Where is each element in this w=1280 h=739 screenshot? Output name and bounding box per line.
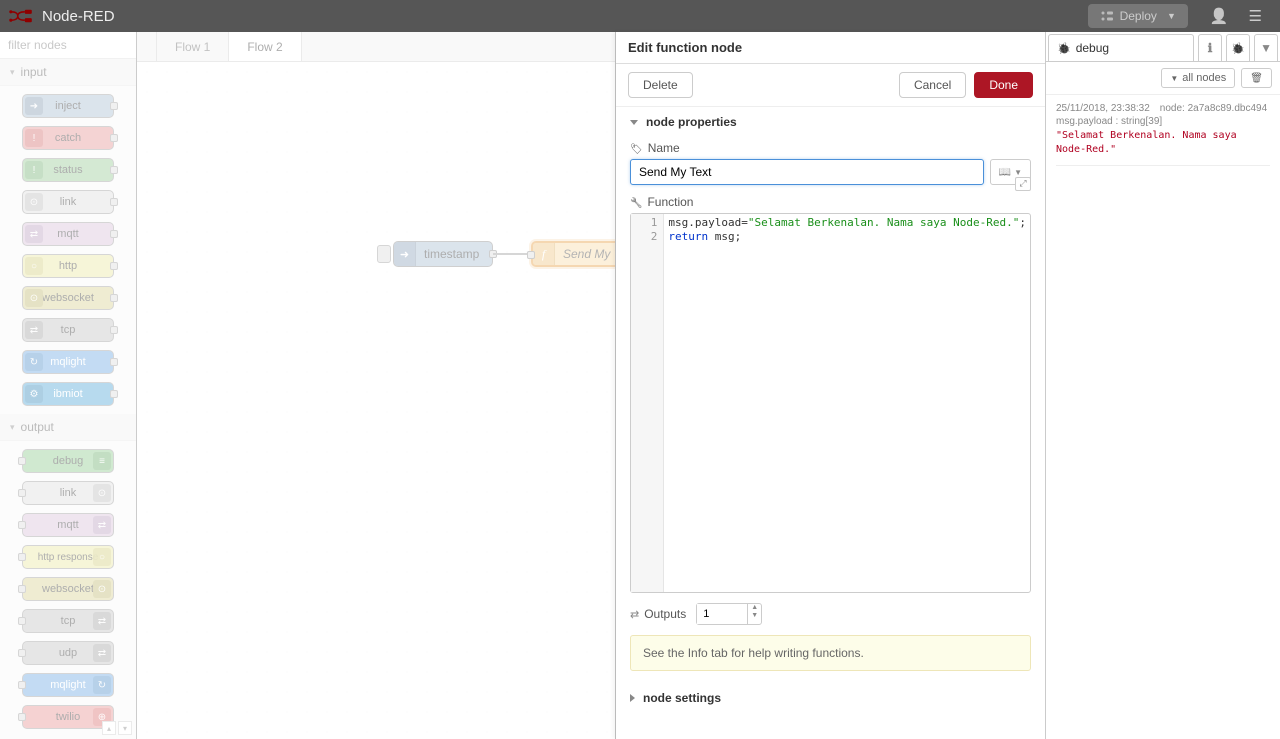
clear-debug-button[interactable] <box>1241 68 1272 88</box>
spinner-down-icon[interactable]: ▼ <box>748 612 761 620</box>
cancel-button[interactable]: Cancel <box>899 72 966 98</box>
palette-collapse-icon[interactable]: ▴ <box>102 721 116 735</box>
bug-icon <box>1057 41 1071 55</box>
user-icon[interactable] <box>1200 7 1239 25</box>
palette-section-input[interactable]: input <box>0 59 136 86</box>
debug-value: "Selamat Berkenalan. Nama saya Node-Red.… <box>1056 129 1270 157</box>
sidebar-tab-more[interactable]: ▼ <box>1254 34 1278 61</box>
palette-section-output[interactable]: output <box>0 414 136 441</box>
tab-flow-2[interactable]: Flow 2 <box>229 32 301 61</box>
workspace: Flow 1 Flow 2 ➜ timestamp f Send My Text <box>137 32 615 739</box>
palette-search-input[interactable] <box>0 32 136 59</box>
sidebar: debug ▼ all nodes 25/11/2018, 23:38:32 n… <box>1045 32 1280 739</box>
palette-node-link-out[interactable]: link⊙ <box>22 481 114 505</box>
done-button[interactable]: Done <box>974 72 1033 98</box>
debug-timestamp: 25/11/2018, 23:38:32 <box>1056 103 1150 114</box>
palette-node-tcp-out[interactable]: tcp⇄ <box>22 609 114 633</box>
filter-all-nodes-button[interactable]: all nodes <box>1161 68 1235 88</box>
flow-node-inject[interactable]: ➜ timestamp <box>393 241 493 267</box>
outputs-input[interactable] <box>697 604 747 624</box>
debug-path: msg.payload : string[39] <box>1056 116 1270 127</box>
shuffle-icon <box>630 607 639 621</box>
section-node-settings[interactable]: node settings <box>616 683 1045 713</box>
deploy-button[interactable]: Deploy ▼ <box>1088 4 1188 28</box>
palette-node-mqlight-in[interactable]: ↻mqlight <box>22 350 114 374</box>
spinner-up-icon[interactable]: ▲ <box>748 604 761 612</box>
palette-node-mqtt-in[interactable]: ⇄mqtt <box>22 222 114 246</box>
palette-node-status[interactable]: !status <box>22 158 114 182</box>
inject-trigger-button[interactable] <box>377 245 391 263</box>
book-icon <box>999 166 1011 178</box>
palette: input ➜inject !catch !status ⊙link ⇄mqtt… <box>0 32 137 739</box>
section-node-properties[interactable]: node properties <box>616 107 1045 137</box>
palette-expand-icon[interactable]: ▾ <box>118 721 132 735</box>
function-label: Function <box>630 195 1031 209</box>
app-title: Node-RED <box>42 8 115 25</box>
palette-node-inject[interactable]: ➜inject <box>22 94 114 118</box>
palette-node-tcp-in[interactable]: ⇄tcp <box>22 318 114 342</box>
menu-icon[interactable] <box>1239 7 1272 25</box>
logo: Node-RED <box>8 7 115 25</box>
sidebar-tab-info[interactable] <box>1198 34 1222 61</box>
canvas[interactable]: ➜ timestamp f Send My Text <box>137 62 615 739</box>
sidebar-tab-debug-icon[interactable] <box>1226 34 1250 61</box>
info-hint: See the Info tab for help writing functi… <box>630 635 1031 671</box>
tab-list-button[interactable] <box>137 32 157 61</box>
palette-node-ibmiot-in[interactable]: ⚙ibmiot <box>22 382 114 406</box>
palette-node-link-in[interactable]: ⊙link <box>22 190 114 214</box>
node-port[interactable] <box>527 251 535 259</box>
expand-editor-icon[interactable]: ⤢ <box>1015 177 1031 191</box>
outputs-label: Outputs <box>630 607 686 621</box>
edit-tray-title: Edit function node <box>616 32 1045 64</box>
debug-message[interactable]: 25/11/2018, 23:38:32 node: 2a7a8c89.dbc4… <box>1056 103 1270 166</box>
name-input[interactable] <box>630 159 984 185</box>
inject-icon: ➜ <box>394 242 416 266</box>
edit-tray: Edit function node Delete Cancel Done no… <box>615 32 1045 739</box>
palette-node-mqtt-out[interactable]: mqtt⇄ <box>22 513 114 537</box>
palette-node-websocket-in[interactable]: ⊙websocket <box>22 286 114 310</box>
sidebar-tab-debug[interactable]: debug <box>1048 34 1194 61</box>
palette-node-catch[interactable]: !catch <box>22 126 114 150</box>
chevron-down-icon: ▼ <box>1167 11 1176 21</box>
tab-flow-1[interactable]: Flow 1 <box>157 32 229 61</box>
function-icon: f <box>533 243 555 265</box>
outputs-spinner[interactable]: ▲▼ <box>696 603 762 625</box>
app-header: Node-RED Deploy ▼ <box>0 0 1280 32</box>
code-editor[interactable]: 12 msg.payload="Selamat Berkenalan. Nama… <box>630 213 1031 593</box>
palette-node-debug[interactable]: debug≡ <box>22 449 114 473</box>
palette-node-twilio[interactable]: twilio⊕ <box>22 705 114 729</box>
palette-node-http-in[interactable]: ○http <box>22 254 114 278</box>
palette-node-udp-out[interactable]: udp⇄ <box>22 641 114 665</box>
tag-icon <box>630 141 643 155</box>
flow-tabs: Flow 1 Flow 2 <box>137 32 615 62</box>
palette-node-mqlight-out[interactable]: mqlight↻ <box>22 673 114 697</box>
name-label: Name <box>630 141 1031 155</box>
flow-node-function[interactable]: f Send My Text <box>531 241 615 267</box>
palette-node-http-response[interactable]: http response○ <box>22 545 114 569</box>
delete-button[interactable]: Delete <box>628 72 693 98</box>
wrench-icon <box>630 195 642 209</box>
trash-icon <box>1250 72 1263 84</box>
funnel-icon <box>1170 72 1178 84</box>
palette-node-websocket-out[interactable]: websocket⊙ <box>22 577 114 601</box>
